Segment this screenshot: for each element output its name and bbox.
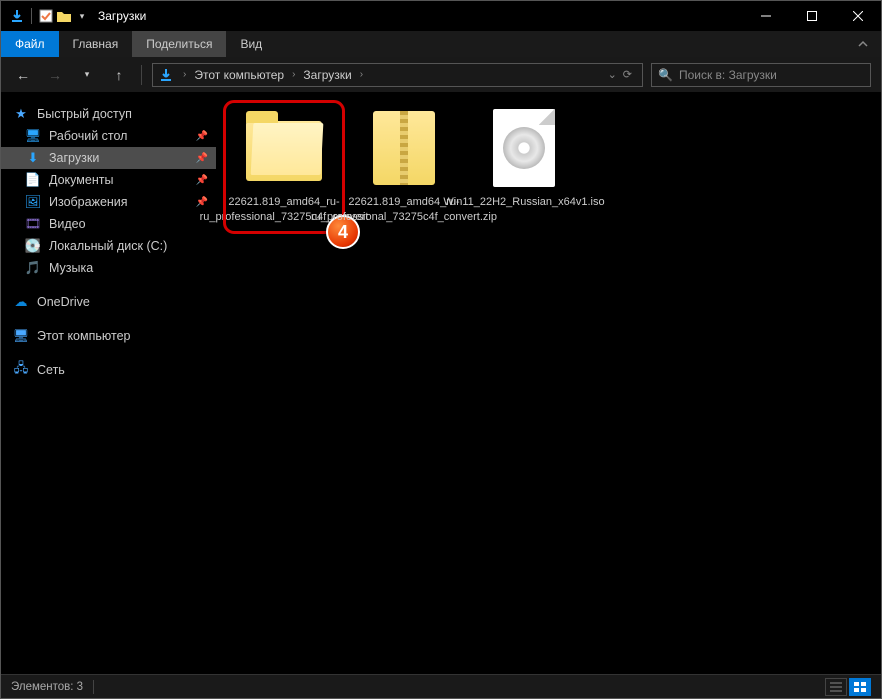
- close-button[interactable]: [835, 1, 881, 31]
- sidebar-item-disk[interactable]: 💽 Локальный диск (C:): [1, 235, 216, 257]
- download-icon: [157, 66, 175, 84]
- quick-access-toolbar: ▾: [9, 8, 90, 24]
- up-button[interactable]: ↑: [107, 63, 131, 87]
- sidebar-label: Быстрый доступ: [37, 107, 132, 121]
- music-icon: 🎵: [25, 260, 41, 276]
- pin-icon: 📌: [196, 131, 208, 142]
- video-icon: 🎞: [25, 216, 41, 232]
- sidebar-item-label: Локальный диск (C:): [49, 239, 167, 253]
- back-button[interactable]: ←: [11, 63, 35, 87]
- nav-bar: ← → ▾ ↑ › Этот компьютер › Загрузки › ⌄ …: [1, 57, 881, 93]
- sidebar: ★ Быстрый доступ 🖥 Рабочий стол 📌 ⬇ Загрузки…: [1, 93, 216, 674]
- folder-icon: [246, 121, 322, 181]
- folder-icon[interactable]: [56, 8, 72, 24]
- forward-button[interactable]: →: [43, 63, 67, 87]
- separator: [93, 680, 94, 694]
- separator: [31, 8, 32, 24]
- sidebar-item-download[interactable]: ⬇ Загрузки 📌: [1, 147, 216, 169]
- content-area: ★ Быстрый доступ 🖥 Рабочий стол 📌 ⬇ Загрузки…: [1, 93, 881, 674]
- sidebar-this-pc[interactable]: 🖥 Этот компьютер: [1, 325, 216, 347]
- minimize-button[interactable]: [743, 1, 789, 31]
- tab-file[interactable]: Файл: [1, 31, 59, 57]
- sidebar-item-label: Загрузки: [49, 151, 99, 165]
- sidebar-label: Этот компьютер: [37, 329, 130, 343]
- tab-view[interactable]: Вид: [226, 31, 276, 57]
- window-controls: [743, 1, 881, 31]
- tab-home[interactable]: Главная: [59, 31, 133, 57]
- sidebar-item-music[interactable]: 🎵 Музыка: [1, 257, 216, 279]
- docs-icon: 📄: [25, 172, 41, 188]
- sidebar-quick-access[interactable]: ★ Быстрый доступ: [1, 103, 216, 125]
- sidebar-item-label: Документы: [49, 173, 113, 187]
- chevron-right-icon[interactable]: ›: [356, 69, 367, 80]
- ribbon-collapse-icon[interactable]: [845, 31, 881, 57]
- sidebar-network[interactable]: 🖧 Сеть: [1, 359, 216, 381]
- search-input[interactable]: 🔍 Поиск в: Загрузки: [651, 63, 871, 87]
- file-name: Win11_22H2_Russian_x64v1.iso: [443, 195, 604, 210]
- file-list[interactable]: 22621.819_amd64_ru-ru_professional_73275…: [216, 93, 881, 674]
- download-icon: ⬇: [25, 150, 41, 166]
- dropdown-icon[interactable]: ⌄: [608, 68, 617, 81]
- window-title: Загрузки: [98, 9, 146, 23]
- monitor-icon: 🖥: [13, 328, 29, 344]
- details-view-button[interactable]: [825, 678, 847, 696]
- sidebar-item-label: Изображения: [49, 195, 128, 209]
- refresh-icon[interactable]: ⟳: [623, 68, 632, 81]
- ribbon: Файл Главная Поделиться Вид: [1, 31, 881, 57]
- sidebar-item-label: Рабочий стол: [49, 129, 127, 143]
- sidebar-item-desktop[interactable]: 🖥 Рабочий стол 📌: [1, 125, 216, 147]
- icons-view-button[interactable]: [849, 678, 871, 696]
- pin-icon: 📌: [196, 175, 208, 186]
- iso-icon: [493, 109, 555, 187]
- tab-share[interactable]: Поделиться: [132, 31, 226, 57]
- sidebar-item-video[interactable]: 🎞 Видео: [1, 213, 216, 235]
- disk-icon: 💽: [25, 238, 41, 254]
- file-item[interactable]: 22621.819_amd64_ru-ru_professional_73275…: [348, 105, 460, 229]
- desktop-icon: 🖥: [25, 128, 41, 144]
- download-icon: [9, 8, 25, 24]
- pin-icon: 📌: [196, 153, 208, 164]
- recent-dropdown-icon[interactable]: ▾: [75, 63, 99, 87]
- file-item[interactable]: Win11_22H2_Russian_x64v1.iso: [468, 105, 580, 214]
- zip-icon: [373, 111, 435, 185]
- explorer-window: ▾ Загрузки Файл Главная Поделиться Вид ←…: [0, 0, 882, 699]
- network-icon: 🖧: [13, 362, 29, 378]
- star-icon: ★: [13, 106, 29, 122]
- search-icon: 🔍: [658, 68, 673, 82]
- sidebar-label: Сеть: [37, 363, 65, 377]
- sidebar-item-label: Музыка: [49, 261, 93, 275]
- breadcrumb[interactable]: › Этот компьютер › Загрузки › ⌄ ⟳: [152, 63, 643, 87]
- status-item-count: Элементов: 3: [11, 681, 83, 693]
- sidebar-onedrive[interactable]: ☁ OneDrive: [1, 291, 216, 313]
- maximize-button[interactable]: [789, 1, 835, 31]
- chevron-right-icon[interactable]: ›: [179, 69, 190, 80]
- qat-dropdown-icon[interactable]: ▾: [74, 8, 90, 24]
- cloud-icon: ☁: [13, 294, 29, 310]
- view-switcher: [825, 678, 871, 696]
- sidebar-item-docs[interactable]: 📄 Документы 📌: [1, 169, 216, 191]
- sidebar-label: OneDrive: [37, 295, 90, 309]
- statusbar: Элементов: 3: [1, 674, 881, 698]
- pics-icon: 🖼: [25, 194, 41, 210]
- search-placeholder: Поиск в: Загрузки: [679, 68, 777, 82]
- sidebar-item-pics[interactable]: 🖼Изображения📌: [1, 191, 216, 213]
- checkbox-icon[interactable]: [38, 8, 54, 24]
- breadcrumb-segment[interactable]: Этот компьютер: [190, 68, 288, 82]
- sidebar-item-label: Видео: [49, 217, 86, 231]
- titlebar[interactable]: ▾ Загрузки: [1, 1, 881, 31]
- breadcrumb-segment[interactable]: Загрузки: [299, 68, 355, 82]
- chevron-right-icon[interactable]: ›: [288, 69, 299, 80]
- separator: [141, 65, 142, 85]
